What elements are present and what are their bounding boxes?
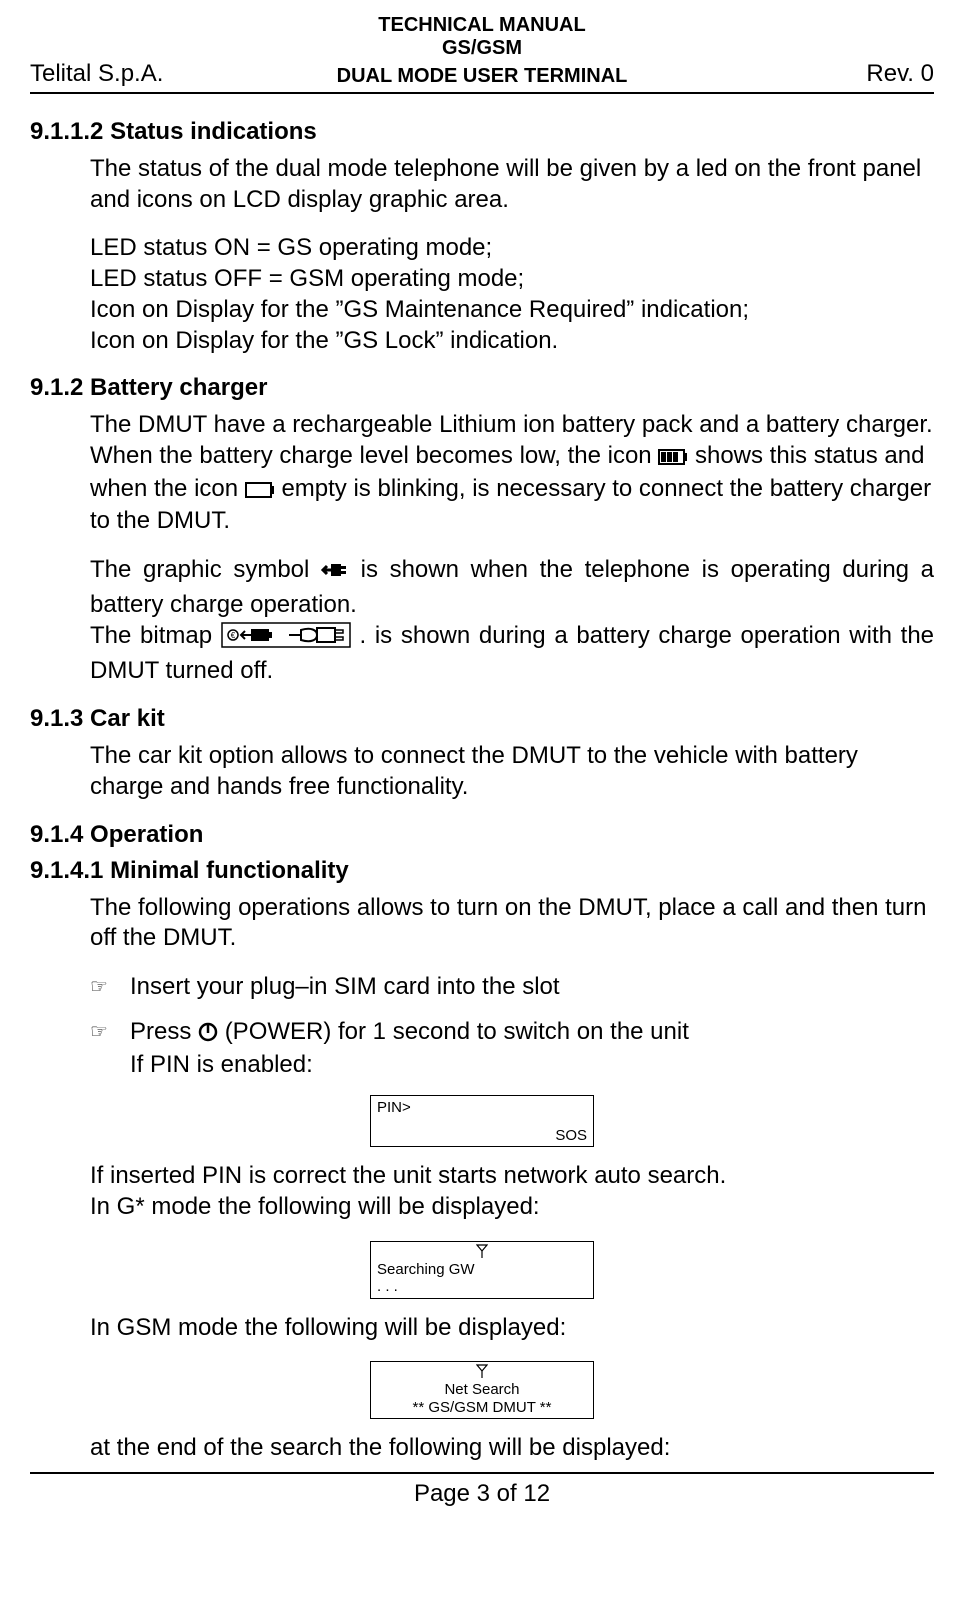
charge-bitmap-icon: € [221,622,351,657]
header-rule [30,92,934,94]
car-kit-text: The car kit option allows to connect the… [90,741,934,802]
lcd-dots-text: . . . [377,1278,587,1295]
led-on-text: LED status ON = GS operating mode; [90,233,934,264]
charge-symbol-text: The graphic symbol is shown when the tel… [90,555,934,620]
batt-low-pre: When the battery charge level becomes lo… [90,442,658,469]
press-post: (POWER) for 1 second to switch on the un… [225,1018,689,1045]
heading-operation: 9.1.4 Operation [30,821,934,849]
charge-symbol-pre: The graphic symbol [90,556,321,583]
pointer-icon: ☞ [90,1017,130,1081]
pin-enabled-text: If PIN is enabled: [130,1051,313,1078]
svg-text:€: € [231,631,236,640]
header-title-2: GS/GSM [30,37,934,60]
heading-battery-charger: 9.1.2 Battery charger [30,374,934,402]
lcd-net-search: Net Search ** GS/GSM DMUT ** [370,1361,594,1419]
header-title-1: TECHNICAL MANUAL [30,14,934,37]
pin-correct-text: If inserted PIN is correct the unit star… [90,1161,934,1192]
batt-intro-text: The DMUT have a rechargeable Lithium ion… [90,410,934,441]
lcd-pin-prompt: PIN> [377,1099,587,1116]
battery-empty-icon [245,476,275,507]
lcd-net-search-text: Net Search [377,1381,587,1398]
heading-status-indications: 9.1.1.2 Status indications [30,118,934,146]
status-intro-text: The status of the dual mode telephone wi… [90,154,934,215]
lcd-pin-screen: PIN> SOS [370,1095,594,1147]
press-pre: Press [130,1018,198,1045]
batt-low-text: When the battery charge level becomes lo… [90,441,934,537]
end-search-text: at the end of the search the following w… [90,1433,934,1464]
bitmap-text: The bitmap € . is s [90,621,934,687]
lcd-searching-gw: Searching GW . . . [370,1241,594,1299]
antenna-icon [476,1364,488,1382]
lcd-dmut-text: ** GS/GSM DMUT ** [377,1399,587,1416]
header-revision: Rev. 0 [734,60,934,88]
heading-minimal-functionality: 9.1.4.1 Minimal functionality [30,857,934,885]
step-press-power: Press (POWER) for 1 second to switch on … [130,1018,689,1045]
page-number: Page 3 of 12 [30,1480,934,1508]
gsm-mode-text: In GSM mode the following will be displa… [90,1313,934,1344]
footer-rule [30,1472,934,1474]
icon-maint-text: Icon on Display for the ”GS Maintenance … [90,295,934,326]
step-insert-sim: Insert your plug–in SIM card into the sl… [130,972,934,1003]
icon-lock-text: Icon on Display for the ”GS Lock” indica… [90,326,934,357]
bitmap-pre: The bitmap [90,622,221,649]
header-title-3: DUAL MODE USER TERMINAL [230,65,734,88]
header-company: Telital S.p.A. [30,60,230,88]
plug-arrow-icon [321,559,349,590]
minfunc-intro-text: The following operations allows to turn … [90,893,934,954]
battery-low-icon [658,443,688,474]
lcd-searching-text: Searching GW [377,1261,587,1278]
power-icon [198,1020,218,1051]
pointer-icon: ☞ [90,972,130,1003]
gstar-mode-text: In G* mode the following will be display… [90,1192,934,1223]
led-off-text: LED status OFF = GSM operating mode; [90,264,934,295]
antenna-icon [476,1244,488,1262]
lcd-sos-label: SOS [555,1127,587,1144]
heading-car-kit: 9.1.3 Car kit [30,705,934,733]
